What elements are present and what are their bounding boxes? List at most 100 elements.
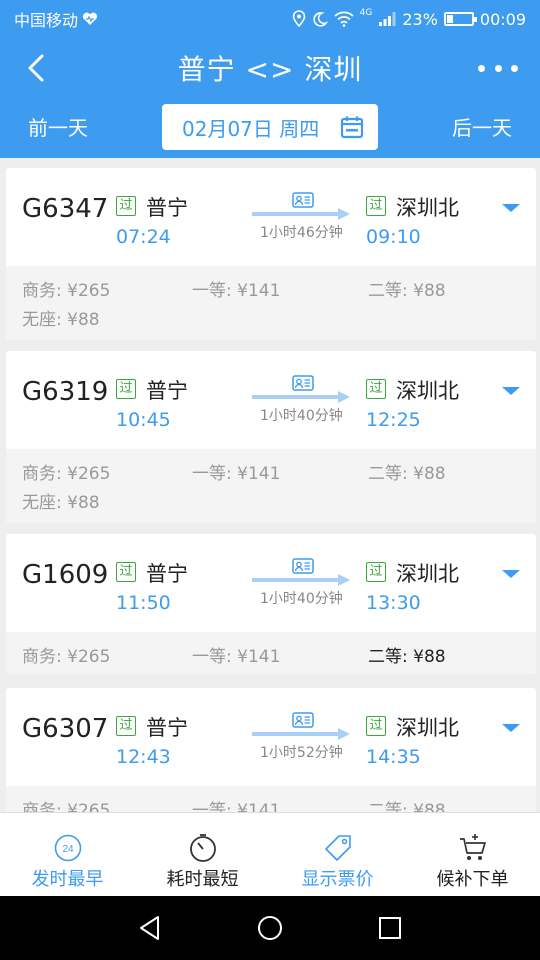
- expand-chevron-icon[interactable]: [502, 724, 520, 732]
- departure-time: 10:45: [116, 409, 171, 431]
- clock-time: 00:09: [479, 9, 526, 29]
- date-label: 02月07日 周四: [182, 116, 320, 141]
- pass-through-tag: 过: [116, 196, 136, 216]
- pass-through-tag: 过: [366, 716, 386, 736]
- nav-back-icon[interactable]: [136, 914, 164, 942]
- tab-label: 耗时最短: [166, 869, 239, 890]
- network-type: 4G: [359, 8, 373, 18]
- back-arrow-icon[interactable]: [24, 52, 54, 84]
- train-card[interactable]: G6319 过 普宁 10:45 1小时40分钟 过 深圳北 12:25 商务:…: [6, 351, 536, 523]
- next-day-button[interactable]: 后一天: [452, 112, 512, 141]
- arrival-station: 深圳北: [396, 562, 459, 586]
- departure-station: 普宁: [146, 716, 188, 740]
- route-arrow-icon: [252, 208, 350, 220]
- system-nav-bar: [0, 896, 540, 960]
- price-row: 商务: ¥265 一等: ¥141 二等: ¥88: [6, 632, 536, 674]
- departure-time: 07:24: [116, 226, 171, 248]
- train-card[interactable]: G1609 过 普宁 11:50 1小时40分钟 过 深圳北 13:30 商务:…: [6, 534, 536, 674]
- price-no-seat: 无座: ¥88: [22, 493, 100, 513]
- arrival-time: 12:25: [366, 409, 421, 431]
- arrival-station: 深圳北: [396, 196, 459, 220]
- pass-through-tag: 过: [116, 379, 136, 399]
- nav-home-icon[interactable]: [256, 914, 284, 942]
- tab-label: 候补下单: [436, 869, 509, 890]
- price-first-class: 一等: ¥141: [192, 647, 281, 667]
- train-number: G6319: [22, 377, 109, 407]
- price-first-class: 一等: ¥141: [192, 801, 281, 812]
- price-business: 商务: ¥265: [22, 801, 111, 812]
- battery-icon: [443, 12, 477, 26]
- sort-shortest-duration-tab[interactable]: 耗时最短: [135, 813, 270, 896]
- arrival-station: 深圳北: [396, 379, 459, 403]
- date-picker[interactable]: 02月07日 周四: [162, 104, 378, 150]
- moon-icon: [312, 12, 328, 27]
- train-number: G6307: [22, 714, 109, 744]
- arrival-station: 深圳北: [396, 716, 459, 740]
- sort-earliest-departure-tab[interactable]: 24 发时最早: [0, 813, 135, 896]
- expand-chevron-icon[interactable]: [502, 204, 520, 212]
- departure-time: 11:50: [116, 592, 171, 614]
- pass-through-tag: 过: [116, 716, 136, 736]
- price-row: 商务: ¥265 一等: ¥141 二等: ¥88 无座: ¥88: [6, 266, 536, 340]
- tab-label: 发时最早: [31, 869, 104, 890]
- carrier-name: 中国移动: [14, 11, 79, 30]
- tab-label: 显示票价: [301, 869, 374, 890]
- cart-add-icon: [459, 834, 486, 860]
- departure-station: 普宁: [146, 196, 188, 220]
- status-bar: 中国移动 4G 23% 00:09: [0, 0, 540, 38]
- heart-icon: [82, 12, 98, 25]
- price-business: 商务: ¥265: [22, 281, 111, 301]
- prev-day-button[interactable]: 前一天: [28, 112, 88, 141]
- more-options-icon[interactable]: [478, 54, 518, 82]
- price-row: 商务: ¥265 一等: ¥141 二等: ¥88 无座: ¥88: [6, 449, 536, 523]
- arrival-time: 09:10: [366, 226, 421, 248]
- id-card-icon: [292, 192, 314, 208]
- price-first-class: 一等: ¥141: [192, 464, 281, 484]
- wifi-icon: [334, 11, 354, 27]
- departure-station: 普宁: [146, 562, 188, 586]
- location-icon: [292, 10, 305, 28]
- train-number: G1609: [22, 560, 109, 590]
- pass-through-tag: 过: [366, 196, 386, 216]
- train-card[interactable]: G6307 过 普宁 12:43 1小时52分钟 过 深圳北 14:35 商务:…: [6, 688, 536, 812]
- train-card[interactable]: G6347 过 普宁 07:24 1小时46分钟 过 深圳北 09:10 商务:…: [6, 168, 536, 340]
- arrival-time: 14:35: [366, 746, 421, 768]
- pass-through-tag: 过: [366, 379, 386, 399]
- top-header: 中国移动 4G 23% 00:09 普宁 <> 深圳 前一天 02月07日 周四…: [0, 0, 540, 158]
- arrival-time: 13:30: [366, 592, 421, 614]
- waitlist-order-tab[interactable]: 候补下单: [405, 813, 540, 896]
- travel-duration: 1小时40分钟: [260, 591, 343, 607]
- travel-duration: 1小时46分钟: [260, 225, 343, 241]
- price-second-class: 二等: ¥88: [368, 281, 446, 301]
- expand-chevron-icon[interactable]: [502, 387, 520, 395]
- page-title: 普宁 <> 深圳: [177, 53, 363, 86]
- pass-through-tag: 过: [116, 562, 136, 582]
- price-row: 商务: ¥265 一等: ¥141 二等: ¥88: [6, 786, 536, 812]
- route-arrow-icon: [252, 728, 350, 740]
- clock-24-icon: 24: [54, 834, 81, 862]
- pass-through-tag: 过: [366, 562, 386, 582]
- stopwatch-icon: [189, 834, 216, 862]
- travel-duration: 1小时52分钟: [260, 745, 343, 761]
- travel-duration: 1小时40分钟: [260, 408, 343, 424]
- id-card-icon: [292, 712, 314, 728]
- price-second-class: 二等: ¥88: [368, 464, 446, 484]
- nav-recents-icon[interactable]: [376, 914, 404, 942]
- train-list[interactable]: G6347 过 普宁 07:24 1小时46分钟 过 深圳北 09:10 商务:…: [0, 158, 540, 812]
- price-business: 商务: ¥265: [22, 647, 111, 667]
- calendar-icon: [340, 116, 364, 139]
- show-price-tab[interactable]: 显示票价: [270, 813, 405, 896]
- route-arrow-icon: [252, 574, 350, 586]
- bottom-toolbar: 24 发时最早 耗时最短 显示票价 候补下单: [0, 812, 540, 896]
- date-bar: 前一天 02月07日 周四 后一天: [0, 100, 540, 152]
- expand-chevron-icon[interactable]: [502, 570, 520, 578]
- id-card-icon: [292, 375, 314, 391]
- route-arrow-icon: [252, 391, 350, 403]
- price-second-class: 二等: ¥88: [368, 801, 446, 812]
- departure-time: 12:43: [116, 746, 171, 768]
- signal-icon: [379, 12, 396, 26]
- clock-24-text: 24: [62, 844, 74, 855]
- departure-station: 普宁: [146, 379, 188, 403]
- price-first-class: 一等: ¥141: [192, 281, 281, 301]
- id-card-icon: [292, 558, 314, 574]
